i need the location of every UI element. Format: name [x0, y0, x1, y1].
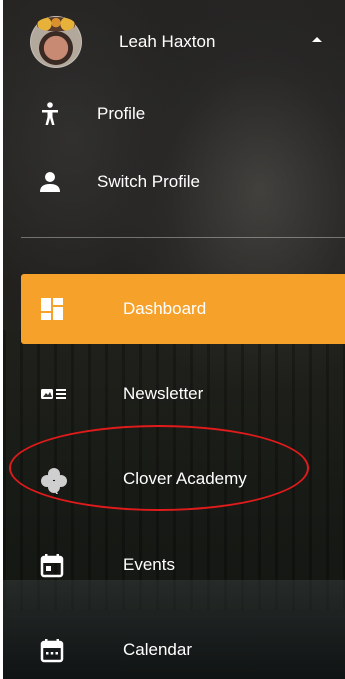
sidebar: Leah Haxton Profile Switch Profile Dashb…: [3, 0, 345, 679]
nav-item-label: Events: [123, 555, 175, 574]
person-walking-icon: [37, 101, 63, 127]
menu-item-switch-profile[interactable]: Switch Profile: [3, 161, 345, 201]
dashboard-icon: [39, 296, 65, 322]
user-name: Leah Haxton: [119, 32, 216, 51]
nav-item-label: Newsletter: [123, 384, 204, 403]
menu-item-profile[interactable]: Profile: [3, 93, 345, 133]
newsletter-icon: [39, 381, 66, 407]
nav-item-events[interactable]: Events: [21, 530, 345, 600]
clover-icon: [39, 466, 67, 494]
nav-item-calendar[interactable]: Calendar: [21, 615, 345, 679]
nav-item-label: Dashboard: [123, 299, 207, 318]
user-menu-toggle[interactable]: Leah Haxton: [3, 14, 345, 70]
nav-item-label: Clover Academy: [123, 469, 247, 488]
nav-item-dashboard[interactable]: Dashboard: [21, 274, 345, 344]
avatar: [30, 16, 82, 68]
person-icon: [37, 169, 63, 195]
nav-item-newsletter[interactable]: Newsletter: [21, 359, 345, 429]
nav-item-label: Calendar: [123, 640, 192, 659]
calendar-day-icon: [39, 552, 65, 578]
nav-item-clover-academy[interactable]: Clover Academy: [21, 444, 345, 514]
caret-up-icon: [312, 37, 322, 42]
calendar-icon: [39, 637, 65, 663]
divider: [21, 237, 345, 238]
menu-item-label: Switch Profile: [97, 172, 200, 191]
menu-item-label: Profile: [97, 104, 146, 123]
